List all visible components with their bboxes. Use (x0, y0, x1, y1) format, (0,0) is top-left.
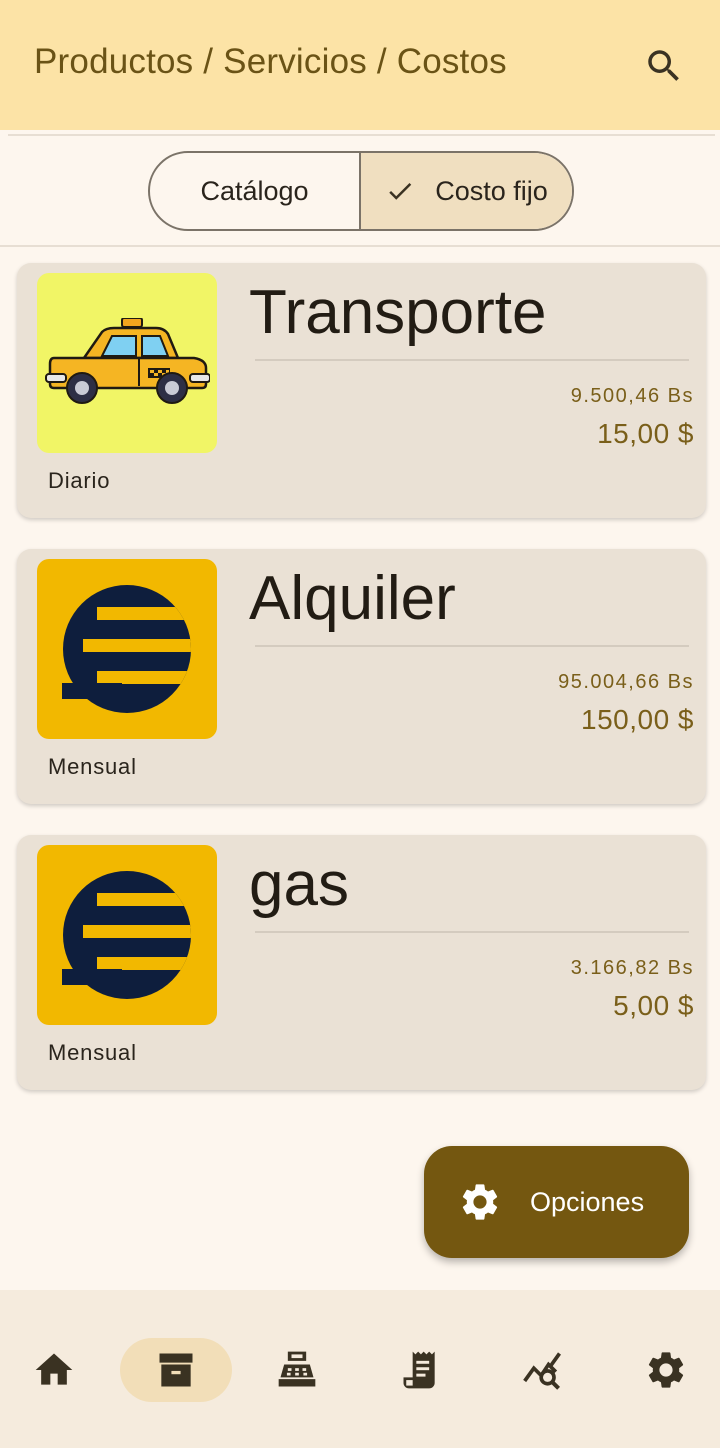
card-divider (255, 645, 689, 647)
cost-name: Transporte (249, 278, 547, 347)
amount-bs: 95.004,66 Bs (558, 671, 694, 693)
cost-frequency: Mensual (48, 1040, 137, 1065)
cost-card-alquiler[interactable]: Mensual Alquiler 95.004,66 Bs 150,00 $ (17, 549, 706, 804)
cost-name: gas (249, 850, 349, 919)
segment-costo-fijo[interactable]: Costo fijo (361, 153, 572, 229)
amount-usd: 150,00 $ (581, 704, 694, 735)
amount-usd: 5,00 $ (613, 990, 694, 1021)
company-logo-image (37, 845, 217, 1025)
nav-home[interactable] (0, 1338, 110, 1402)
card-divider (255, 931, 689, 933)
company-logo-image (37, 559, 217, 739)
search-icon (648, 50, 679, 81)
search-button[interactable] (640, 42, 688, 90)
cost-frequency: Diario (48, 468, 111, 493)
nav-inventory[interactable] (120, 1338, 232, 1402)
check-icon (385, 176, 415, 206)
segmented-control: Catálogo Costo fijo (148, 151, 574, 231)
page-title: Productos / Servicios / Costos (34, 42, 507, 81)
analytics-search-icon (523, 1352, 561, 1390)
options-fab[interactable]: Opciones (424, 1146, 689, 1258)
app-bar-divider (8, 134, 715, 136)
segment-catalogo-label: Catálogo (200, 175, 309, 206)
receipt-icon (403, 1351, 435, 1389)
home-icon (35, 1353, 73, 1385)
amount-usd: 15,00 $ (597, 418, 694, 449)
archive-icon (159, 1353, 193, 1387)
cost-card-gas[interactable]: Mensual gas 3.166,82 Bs 5,00 $ (17, 835, 706, 1090)
segment-catalogo[interactable]: Catálogo (150, 153, 361, 229)
options-fab-label: Opciones (530, 1186, 645, 1217)
nav-analytics[interactable] (487, 1338, 599, 1402)
segment-divider (0, 245, 720, 247)
cost-frequency: Mensual (48, 754, 137, 779)
taxi-image (37, 273, 217, 453)
nav-settings[interactable] (610, 1338, 720, 1402)
cost-name: Alquiler (249, 564, 456, 633)
nav-cash-register[interactable] (241, 1338, 353, 1402)
settings-icon (648, 1352, 684, 1388)
amount-bs: 9.500,46 Bs (570, 385, 694, 407)
gear-icon (462, 1184, 498, 1220)
app-bar: Productos / Servicios / Costos (0, 0, 720, 130)
cash-register-icon (278, 1351, 316, 1387)
bottom-navigation (0, 1290, 720, 1448)
card-divider (255, 359, 689, 361)
nav-receipts[interactable] (364, 1338, 476, 1402)
amount-bs: 3.166,82 Bs (570, 957, 694, 979)
segment-costo-fijo-label: Costo fijo (435, 175, 548, 206)
cost-card-transporte[interactable]: Diario Transporte 9.500,46 Bs 15,00 $ (17, 263, 706, 518)
